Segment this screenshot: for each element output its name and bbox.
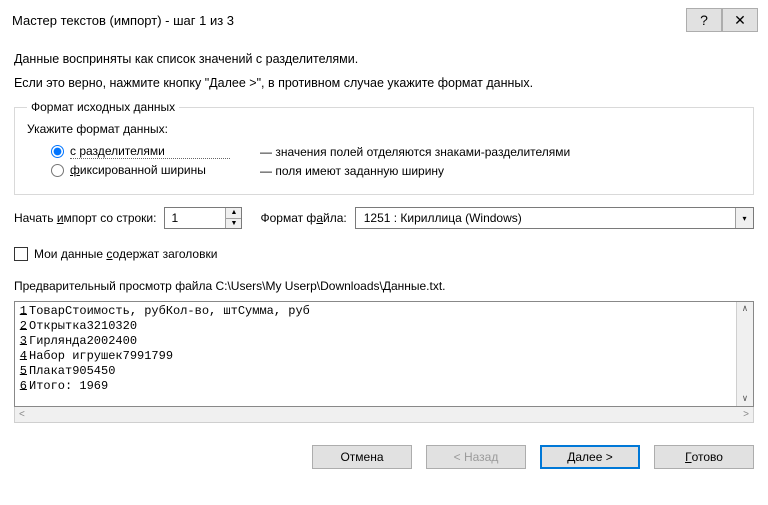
spin-down-icon[interactable]: ▼ bbox=[226, 219, 241, 229]
start-row-label: Начать импорт со строки: bbox=[14, 211, 156, 225]
horizontal-scrollbar[interactable]: < > bbox=[14, 406, 754, 423]
spinner-buttons[interactable]: ▲ ▼ bbox=[225, 208, 241, 228]
titlebar: Мастер текстов (импорт) - шаг 1 из 3 ? ✕ bbox=[0, 0, 768, 38]
start-row-input[interactable] bbox=[165, 208, 225, 228]
line-number: 4 bbox=[17, 349, 27, 364]
next-button[interactable]: Далее > bbox=[540, 445, 640, 469]
source-format-group: Формат исходных данных Укажите формат да… bbox=[14, 100, 754, 195]
radio-delimited-desc: — значения полей отделяются знаками-разд… bbox=[260, 145, 570, 159]
radio-fixed-desc: — поля имеют заданную ширину bbox=[260, 164, 444, 178]
headers-checkbox[interactable] bbox=[14, 247, 28, 261]
radio-delimited-row[interactable]: с разделителями — значения полей отделяю… bbox=[51, 144, 741, 159]
line-text: Набор игрушек7991799 bbox=[29, 349, 173, 364]
line-number: 6 bbox=[17, 379, 27, 394]
file-format-value: 1251 : Кириллица (Windows) bbox=[356, 211, 735, 225]
preview-line: 3Гирлянда2002400 bbox=[17, 334, 736, 349]
spin-up-icon[interactable]: ▲ bbox=[226, 208, 241, 219]
preview-line: 2Открытка3210320 bbox=[17, 319, 736, 334]
line-text: Плакат905450 bbox=[29, 364, 115, 379]
headers-checkbox-row[interactable]: Мои данные содержат заголовки bbox=[14, 247, 754, 261]
scroll-right-icon[interactable]: > bbox=[743, 409, 749, 420]
finish-button[interactable]: Готово bbox=[654, 445, 754, 469]
chevron-down-icon[interactable]: ▾ bbox=[735, 208, 753, 228]
intro-line-2: Если это верно, нажмите кнопку "Далее >"… bbox=[14, 76, 754, 90]
radio-delimited-label: с разделителями bbox=[70, 144, 230, 159]
close-button[interactable]: ✕ bbox=[722, 8, 758, 32]
vertical-scrollbar[interactable]: ∧ ∨ bbox=[736, 302, 753, 406]
radio-fixed-row[interactable]: фиксированной ширины — поля имеют заданн… bbox=[51, 163, 741, 178]
back-button: < Назад bbox=[426, 445, 526, 469]
source-format-legend: Формат исходных данных bbox=[27, 100, 179, 114]
scroll-left-icon[interactable]: < bbox=[19, 409, 25, 420]
line-number: 3 bbox=[17, 334, 27, 349]
preview-line: 5Плакат905450 bbox=[17, 364, 736, 379]
line-text: Итого: 1969 bbox=[29, 379, 108, 394]
line-number: 1 bbox=[17, 304, 27, 319]
preview-label: Предварительный просмотр файла C:\Users\… bbox=[14, 279, 754, 293]
cancel-button[interactable]: Отмена bbox=[312, 445, 412, 469]
preview-line: 4Набор игрушек7991799 bbox=[17, 349, 736, 364]
scroll-down-icon[interactable]: ∨ bbox=[742, 392, 747, 406]
radio-fixed[interactable] bbox=[51, 164, 64, 177]
scroll-up-icon[interactable]: ∧ bbox=[742, 302, 747, 316]
preview-line: 6Итого: 1969 bbox=[17, 379, 736, 394]
start-row-spinner[interactable]: ▲ ▼ bbox=[164, 207, 242, 229]
preview-line: 1ТоварСтоимость, рубКол-во, штСумма, руб bbox=[17, 304, 736, 319]
radio-delimited[interactable] bbox=[51, 145, 64, 158]
file-format-label: Формат файла: bbox=[260, 211, 346, 225]
help-button[interactable]: ? bbox=[686, 8, 722, 32]
line-text: Гирлянда2002400 bbox=[29, 334, 137, 349]
line-text: Открытка3210320 bbox=[29, 319, 137, 334]
intro-line-1: Данные восприняты как список значений с … bbox=[14, 52, 754, 66]
radio-fixed-label: фиксированной ширины bbox=[70, 163, 230, 178]
import-options-row: Начать импорт со строки: ▲ ▼ Формат файл… bbox=[14, 207, 754, 229]
line-number: 2 bbox=[17, 319, 27, 334]
line-number: 5 bbox=[17, 364, 27, 379]
file-format-select[interactable]: 1251 : Кириллица (Windows) ▾ bbox=[355, 207, 754, 229]
line-text: ТоварСтоимость, рубКол-во, штСумма, руб bbox=[29, 304, 310, 319]
preview-lines: 1ТоварСтоимость, рубКол-во, штСумма, руб… bbox=[15, 302, 736, 406]
content: Данные восприняты как список значений с … bbox=[0, 38, 768, 431]
preview-box: 1ТоварСтоимость, рубКол-во, штСумма, руб… bbox=[14, 301, 754, 407]
window-title: Мастер текстов (импорт) - шаг 1 из 3 bbox=[12, 13, 686, 28]
headers-checkbox-label: Мои данные содержат заголовки bbox=[34, 247, 217, 261]
button-bar: Отмена < Назад Далее > Готово bbox=[0, 431, 768, 479]
format-subhead: Укажите формат данных: bbox=[27, 122, 741, 136]
